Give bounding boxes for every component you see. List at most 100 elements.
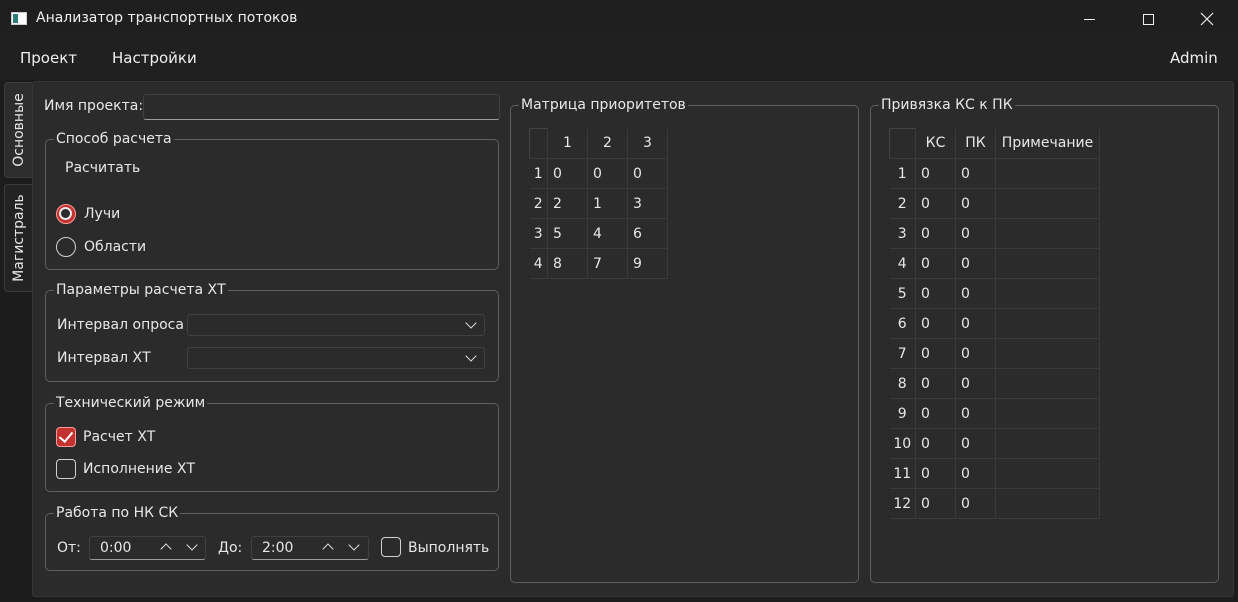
radio-areas[interactable] bbox=[56, 237, 76, 257]
table-cell[interactable]: 0 bbox=[915, 428, 956, 459]
chevron-up-icon[interactable] bbox=[160, 543, 172, 555]
poll-interval-select[interactable] bbox=[187, 314, 485, 336]
column-header[interactable]: 3 bbox=[627, 128, 668, 159]
table-cell[interactable]: 0 bbox=[955, 368, 996, 399]
table-cell[interactable]: 9 bbox=[627, 248, 668, 279]
table-cell[interactable]: 0 bbox=[955, 308, 996, 339]
table-cell[interactable]: 0 bbox=[955, 458, 996, 489]
menu-user[interactable]: Admin bbox=[1170, 49, 1218, 67]
table-cell[interactable]: 0 bbox=[955, 158, 996, 189]
table-cell[interactable]: 0 bbox=[627, 158, 668, 189]
tab-main[interactable]: Основные bbox=[4, 82, 32, 178]
table-cell[interactable] bbox=[995, 338, 1100, 369]
maximize-button[interactable] bbox=[1119, 0, 1177, 38]
column-header[interactable]: ПК bbox=[955, 128, 996, 159]
table-cell[interactable]: 8 bbox=[547, 248, 588, 279]
row-header[interactable]: 7 bbox=[889, 338, 916, 369]
row-header[interactable]: 9 bbox=[889, 398, 916, 429]
table-cell[interactable] bbox=[995, 488, 1100, 519]
table-cell[interactable]: 0 bbox=[955, 278, 996, 309]
xt-interval-select[interactable] bbox=[187, 347, 485, 369]
table-cell[interactable] bbox=[995, 218, 1100, 249]
table-cell[interactable]: 0 bbox=[955, 488, 996, 519]
column-header[interactable]: 2 bbox=[587, 128, 628, 159]
table-cell[interactable]: 7 bbox=[587, 248, 628, 279]
table-cell[interactable]: 0 bbox=[915, 308, 956, 339]
row-header[interactable]: 3 bbox=[889, 218, 916, 249]
menu-project[interactable]: Проект bbox=[20, 49, 77, 67]
table-cell[interactable]: 0 bbox=[915, 188, 956, 219]
radio-areas-label: Области bbox=[84, 239, 147, 255]
priority-matrix-group: Матрица приоритетов 1 2 3 1 0 0 0 2 2 1 … bbox=[510, 96, 859, 583]
row-header[interactable]: 12 bbox=[889, 488, 916, 519]
row-header[interactable]: 1 bbox=[529, 158, 548, 189]
table-cell[interactable] bbox=[995, 398, 1100, 429]
execute-label: Выполнять bbox=[408, 540, 490, 556]
table-cell[interactable] bbox=[995, 308, 1100, 339]
table-cell[interactable]: 0 bbox=[955, 218, 996, 249]
row-header[interactable]: 10 bbox=[889, 428, 916, 459]
tab-trunk[interactable]: Магистраль bbox=[4, 184, 32, 292]
table-cell[interactable]: 1 bbox=[587, 188, 628, 219]
table-cell[interactable]: 0 bbox=[915, 248, 956, 279]
table-cell[interactable] bbox=[995, 248, 1100, 279]
row-header[interactable]: 11 bbox=[889, 458, 916, 489]
table-cell[interactable]: 4 bbox=[587, 218, 628, 249]
row-header[interactable]: 8 bbox=[889, 368, 916, 399]
table-corner bbox=[529, 128, 548, 159]
table-cell[interactable] bbox=[995, 188, 1100, 219]
table-cell[interactable] bbox=[995, 278, 1100, 309]
column-header[interactable]: Примечание bbox=[995, 128, 1100, 159]
table-cell[interactable] bbox=[995, 428, 1100, 459]
table-cell[interactable]: 0 bbox=[955, 248, 996, 279]
table-cell[interactable]: 0 bbox=[915, 458, 956, 489]
table-cell[interactable]: 0 bbox=[955, 338, 996, 369]
row-header[interactable]: 4 bbox=[889, 248, 916, 279]
chevron-down-icon[interactable] bbox=[186, 539, 198, 551]
table-cell[interactable]: 0 bbox=[915, 368, 956, 399]
chevron-down-icon[interactable] bbox=[348, 539, 360, 551]
table-cell[interactable] bbox=[995, 458, 1100, 489]
exec-xt-checkbox[interactable] bbox=[56, 459, 76, 479]
table-cell[interactable] bbox=[995, 368, 1100, 399]
table-cell[interactable]: 0 bbox=[915, 488, 956, 519]
table-cell[interactable]: 0 bbox=[915, 278, 956, 309]
row-header[interactable]: 4 bbox=[529, 248, 548, 279]
project-name-input[interactable] bbox=[143, 94, 500, 120]
minimize-button[interactable] bbox=[1060, 0, 1118, 38]
table-cell[interactable]: 0 bbox=[955, 188, 996, 219]
calc-xt-checkbox[interactable] bbox=[56, 427, 76, 447]
calc-button[interactable]: Расчитать bbox=[65, 160, 140, 176]
from-time-spinbox[interactable]: 0:00 bbox=[89, 536, 206, 560]
table-row: 12 0 0 bbox=[889, 488, 1100, 519]
column-header[interactable]: 1 bbox=[547, 128, 588, 159]
chevron-up-icon[interactable] bbox=[322, 543, 334, 555]
table-cell[interactable]: 0 bbox=[955, 398, 996, 429]
row-header[interactable]: 6 bbox=[889, 308, 916, 339]
column-header[interactable]: КС bbox=[915, 128, 956, 159]
table-cell[interactable]: 0 bbox=[915, 158, 956, 189]
row-header[interactable]: 5 bbox=[889, 278, 916, 309]
table-cell[interactable]: 0 bbox=[915, 338, 956, 369]
table-cell[interactable]: 0 bbox=[587, 158, 628, 189]
row-header[interactable]: 2 bbox=[529, 188, 548, 219]
table-cell[interactable]: 0 bbox=[915, 398, 956, 429]
radio-rays[interactable] bbox=[56, 204, 76, 224]
table-cell[interactable]: 5 bbox=[547, 218, 588, 249]
table-cell[interactable]: 0 bbox=[547, 158, 588, 189]
close-button[interactable] bbox=[1178, 0, 1236, 38]
table-cell[interactable]: 0 bbox=[915, 218, 956, 249]
to-time-spinbox[interactable]: 2:00 bbox=[251, 536, 369, 560]
table-cell[interactable]: 0 bbox=[955, 428, 996, 459]
row-header[interactable]: 1 bbox=[889, 158, 916, 189]
table-cell[interactable]: 3 bbox=[627, 188, 668, 219]
execute-checkbox[interactable] bbox=[381, 537, 401, 557]
table-cell[interactable]: 6 bbox=[627, 218, 668, 249]
row-header[interactable]: 2 bbox=[889, 188, 916, 219]
table-cell[interactable]: 2 bbox=[547, 188, 588, 219]
table-row: 3 5 4 6 bbox=[529, 218, 668, 249]
table-cell[interactable] bbox=[995, 158, 1100, 189]
menu-settings[interactable]: Настройки bbox=[112, 49, 197, 67]
row-header[interactable]: 3 bbox=[529, 218, 548, 249]
tech-mode-title: Технический режим bbox=[54, 394, 208, 412]
